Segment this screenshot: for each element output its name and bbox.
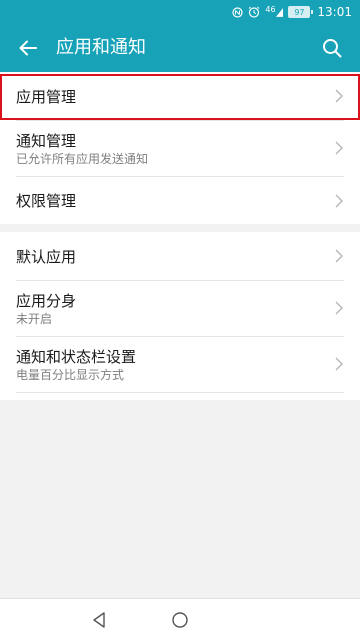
chevron-right-icon — [335, 194, 343, 208]
list-item-title: 默认应用 — [16, 248, 77, 266]
arrow-left-icon — [19, 40, 37, 56]
list-item-subtitle: 电量百分比显示方式 — [16, 368, 125, 382]
list-item-title: 应用管理 — [16, 88, 77, 106]
list-item-title: 权限管理 — [16, 192, 77, 210]
chevron-right-icon — [335, 301, 343, 315]
chevron-right-icon — [335, 357, 343, 371]
status-icons: 46 97 13:01 — [231, 0, 352, 24]
navigation-bar — [0, 598, 360, 640]
back-button[interactable] — [10, 30, 46, 66]
nav-back-button[interactable] — [84, 605, 114, 635]
nfc-icon — [231, 6, 243, 18]
settings-group-2: 默认应用 应用分身 未开启 通知和状态栏设置 电量百分比显示方式 — [0, 232, 360, 400]
list-item-notification-management[interactable]: 通知管理 已允许所有应用发送通知 — [0, 121, 360, 176]
alarm-icon — [248, 6, 260, 18]
list-item-title: 应用分身 — [16, 292, 77, 310]
signal-text: 46 — [265, 5, 276, 14]
status-bar: 46 97 13:01 — [0, 0, 360, 24]
list-item-subtitle: 未开启 — [16, 312, 53, 326]
app-bar: 应用和通知 — [0, 24, 360, 72]
battery-level: 97 — [294, 7, 305, 17]
settings-group-1: 应用管理 通知管理 已允许所有应用发送通知 权限管理 — [0, 72, 360, 224]
signal-icon: 46 — [265, 5, 284, 18]
chevron-right-icon — [335, 141, 343, 155]
battery-icon: 97 — [288, 6, 314, 18]
nav-home-button[interactable] — [165, 605, 195, 635]
search-icon — [323, 39, 342, 58]
search-button[interactable] — [314, 30, 350, 66]
list-item-permission-management[interactable]: 权限管理 — [0, 177, 360, 224]
list-item-default-apps[interactable]: 默认应用 — [0, 232, 360, 280]
status-time: 13:01 — [317, 5, 352, 19]
list-item-app-twin[interactable]: 应用分身 未开启 — [0, 281, 360, 336]
screen: 46 97 13:01 应用和通知 应用管理 通知管理 已允许所有应用发送通知 … — [0, 0, 360, 640]
list-item-title: 通知和状态栏设置 — [16, 348, 137, 366]
list-item-title: 通知管理 — [16, 132, 77, 150]
list-item-subtitle: 已允许所有应用发送通知 — [16, 152, 149, 166]
list-item-app-management[interactable]: 应用管理 — [0, 72, 360, 120]
list-item-notification-status-bar[interactable]: 通知和状态栏设置 电量百分比显示方式 — [0, 337, 360, 392]
nav-home-icon — [172, 612, 188, 628]
divider — [16, 392, 344, 393]
chevron-right-icon — [335, 249, 343, 263]
chevron-right-icon — [335, 89, 343, 103]
nav-back-icon — [93, 612, 105, 628]
page-title: 应用和通知 — [56, 37, 146, 58]
